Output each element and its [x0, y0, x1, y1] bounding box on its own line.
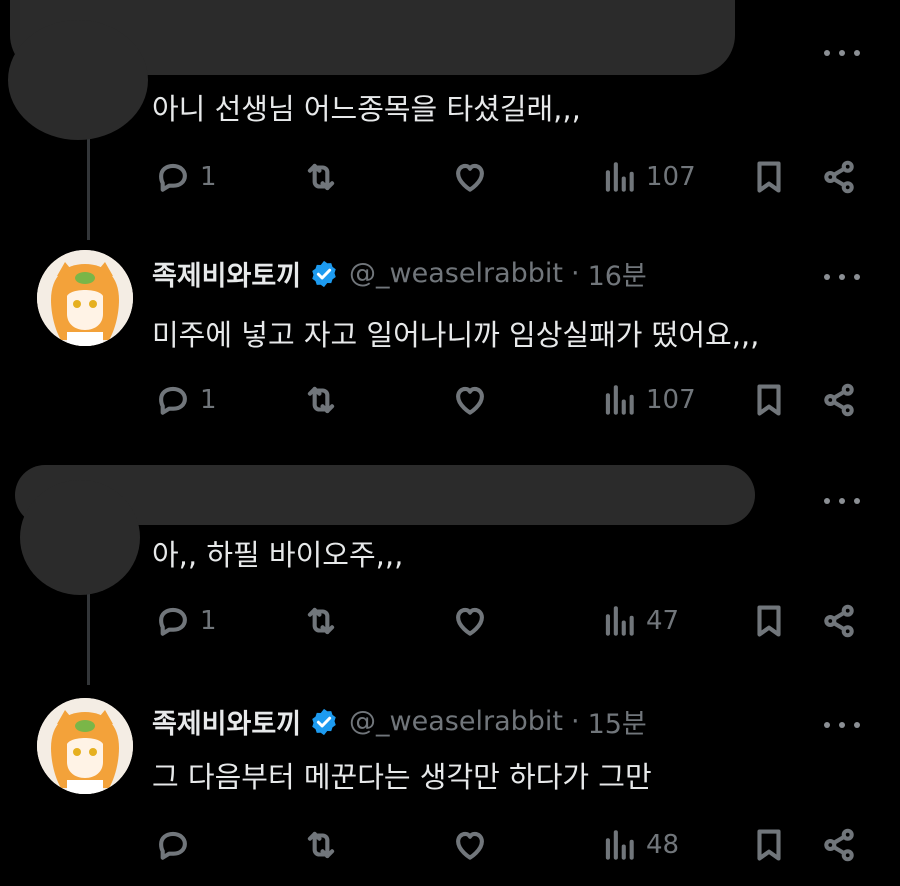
- reply-button[interactable]: 1: [154, 158, 217, 196]
- tweet[interactable]: 족제비와토끼 @_weaselrabbit · 16분 미주에 넣고 자고 일어…: [0, 240, 900, 440]
- retweet-icon: [307, 163, 335, 191]
- reply-icon: [159, 386, 187, 415]
- views-button[interactable]: 107: [600, 158, 696, 196]
- tweet-actions: 1 107: [0, 158, 900, 202]
- avatar-illustration-icon: [37, 698, 133, 794]
- views-button[interactable]: 47: [600, 602, 679, 640]
- share-button[interactable]: [820, 158, 858, 196]
- display-name[interactable]: 족제비와토끼: [152, 254, 301, 293]
- share-button[interactable]: [820, 602, 858, 640]
- bookmark-button[interactable]: [750, 381, 788, 419]
- reply-button[interactable]: 1: [154, 602, 217, 640]
- more-icon[interactable]: [824, 272, 860, 282]
- tweet-actions: 1 47: [0, 602, 900, 646]
- like-button[interactable]: [451, 826, 489, 864]
- heart-icon: [456, 163, 484, 192]
- views-count: 107: [646, 162, 696, 192]
- user-handle[interactable]: @_weaselrabbit: [349, 706, 563, 737]
- reply-icon: [159, 607, 187, 636]
- verified-badge-icon[interactable]: [309, 259, 339, 289]
- timestamp[interactable]: 15분: [588, 702, 647, 741]
- like-button[interactable]: [451, 381, 489, 419]
- reply-icon: [159, 831, 187, 860]
- views-icon: [605, 162, 634, 192]
- redacted-avatar: [8, 20, 148, 140]
- bookmark-button[interactable]: [750, 602, 788, 640]
- redacted-avatar: [20, 480, 140, 595]
- tweet-actions: 48: [0, 826, 900, 870]
- heart-icon: [456, 831, 484, 860]
- views-count: 48: [646, 830, 680, 860]
- tweet-text: 아니 선생님 어느종목을 타셨길래,,,: [152, 92, 581, 126]
- share-icon: [824, 828, 854, 862]
- retweet-button[interactable]: [302, 826, 340, 864]
- retweet-button[interactable]: [302, 381, 340, 419]
- share-button[interactable]: [820, 381, 858, 419]
- share-icon: [824, 160, 854, 194]
- retweet-button[interactable]: [302, 602, 340, 640]
- more-icon[interactable]: [824, 496, 860, 506]
- avatar-illustration-icon: [37, 250, 133, 346]
- display-name[interactable]: 족제비와토끼: [152, 702, 301, 741]
- bookmark-icon: [757, 161, 781, 193]
- views-count: 47: [646, 606, 680, 636]
- views-count: 107: [646, 385, 696, 415]
- like-button[interactable]: [451, 602, 489, 640]
- tweet-header: 족제비와토끼 @_weaselrabbit · 15분: [152, 702, 647, 741]
- reply-count: 1: [200, 162, 217, 192]
- bookmark-icon: [757, 384, 781, 416]
- timestamp[interactable]: 16분: [588, 254, 647, 293]
- heart-icon: [456, 607, 484, 636]
- separator-dot: ·: [570, 706, 580, 737]
- views-button[interactable]: 107: [600, 381, 696, 419]
- bookmark-button[interactable]: [750, 158, 788, 196]
- retweet-icon: [307, 386, 335, 414]
- views-icon: [605, 830, 634, 860]
- avatar[interactable]: [37, 250, 133, 346]
- views-icon: [605, 385, 634, 415]
- bookmark-icon: [757, 829, 781, 861]
- reply-button[interactable]: [154, 826, 200, 864]
- reply-count: 1: [200, 606, 217, 636]
- views-button[interactable]: 48: [600, 826, 679, 864]
- views-icon: [605, 606, 634, 636]
- tweet-text: 그 다음부터 메꾼다는 생각만 하다가 그만: [152, 760, 652, 794]
- retweet-icon: [307, 607, 335, 635]
- tweet[interactable]: 족제비와토끼 @_weaselrabbit · 15분 그 다음부터 메꾼다는 …: [0, 688, 900, 886]
- avatar[interactable]: [37, 698, 133, 794]
- heart-icon: [456, 386, 484, 415]
- reply-icon: [159, 163, 187, 192]
- tweet-header: 족제비와토끼 @_weaselrabbit · 16분: [152, 254, 647, 293]
- more-icon[interactable]: [824, 720, 860, 730]
- like-button[interactable]: [451, 158, 489, 196]
- user-handle[interactable]: @_weaselrabbit: [349, 258, 563, 289]
- bookmark-icon: [757, 605, 781, 637]
- share-icon: [824, 604, 854, 638]
- verified-badge-icon[interactable]: [309, 707, 339, 737]
- tweet-actions: 1 107: [0, 381, 900, 425]
- bookmark-button[interactable]: [750, 826, 788, 864]
- tweet-text: 미주에 넣고 자고 일어나니까 임상실패가 떴어요,,,: [152, 318, 760, 352]
- retweet-icon: [307, 831, 335, 859]
- share-button[interactable]: [820, 826, 858, 864]
- reply-count: 1: [200, 385, 217, 415]
- tweet[interactable]: 아,, 하필 바이오주,,, 1 47: [0, 460, 900, 670]
- more-icon[interactable]: [824, 48, 860, 58]
- tweet-text: 아,, 하필 바이오주,,,: [152, 538, 404, 572]
- retweet-button[interactable]: [302, 158, 340, 196]
- share-icon: [824, 383, 854, 417]
- separator-dot: ·: [570, 258, 580, 289]
- reply-button[interactable]: 1: [154, 381, 217, 419]
- tweet[interactable]: 아니 선생님 어느종목을 타셨길래,,, 1 107: [0, 0, 900, 230]
